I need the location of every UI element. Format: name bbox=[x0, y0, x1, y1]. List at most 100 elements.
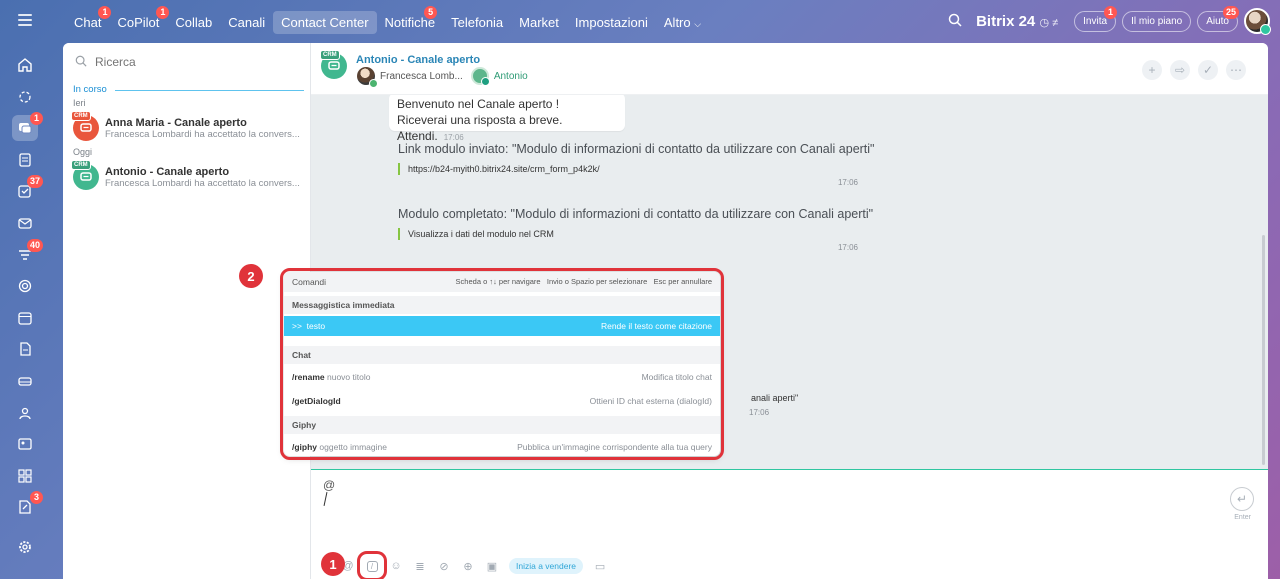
user-avatar[interactable] bbox=[1244, 8, 1271, 35]
hidden-message-icon[interactable]: ⊘ bbox=[437, 559, 451, 573]
settings-icon[interactable] bbox=[12, 534, 38, 560]
message-fragment: anali aperti" bbox=[751, 393, 799, 403]
command-item-getdialogid[interactable]: /getDialogId Ottieni ID chat esterna (di… bbox=[284, 390, 720, 412]
chat-title[interactable]: Antonio - Canale aperto bbox=[356, 54, 480, 66]
command-item-rename[interactable]: /rename nuovo titolo Modifica titolo cha… bbox=[284, 366, 720, 388]
mail-icon[interactable] bbox=[12, 210, 38, 236]
commands-button[interactable]: / bbox=[357, 551, 387, 579]
sign-icon[interactable]: 3 bbox=[12, 491, 43, 520]
forward-icon[interactable]: ⇨ bbox=[1170, 60, 1190, 80]
header-actions: + ⇨ ✓ ⋯ bbox=[1142, 60, 1246, 80]
people-icon[interactable] bbox=[12, 400, 38, 426]
chat-icon[interactable]: 1 bbox=[12, 112, 43, 142]
scrollbar[interactable] bbox=[1262, 235, 1265, 465]
command-group-header: Messaggistica immediata bbox=[284, 296, 720, 314]
help-button[interactable]: Aiuto 25 bbox=[1197, 5, 1239, 32]
calendar-icon[interactable] bbox=[12, 305, 38, 331]
invite-button[interactable]: Invita 1 bbox=[1074, 5, 1118, 32]
search-row bbox=[63, 43, 310, 81]
conversation-avatar: CRM bbox=[71, 160, 99, 190]
chat-avatar[interactable]: CRM bbox=[320, 50, 347, 79]
slash-icon: / bbox=[366, 560, 378, 572]
message-time: 17:06 bbox=[749, 408, 770, 417]
chat-bubble-icon bbox=[328, 61, 340, 70]
system-message-title: Link modulo inviato: "Modulo di informaz… bbox=[398, 142, 875, 156]
tasks-icon[interactable]: 37 bbox=[12, 175, 43, 204]
nav-contact-center[interactable]: Contact Center bbox=[273, 10, 377, 34]
clock-icon: ◷ ≠ bbox=[1039, 16, 1059, 29]
command-group-header: Chat bbox=[284, 346, 720, 364]
channel-icon bbox=[480, 77, 490, 86]
nav-altro[interactable]: Altro ⌵ bbox=[656, 11, 709, 34]
command-item-quote[interactable]: >> testo Rende il testo come citazione bbox=[284, 316, 720, 336]
member-avatar[interactable] bbox=[357, 67, 378, 88]
nav-canali[interactable]: Canali bbox=[220, 11, 273, 34]
menu-icon[interactable] bbox=[18, 14, 32, 26]
start-selling-button[interactable]: Inizia a vendere bbox=[509, 558, 584, 574]
nav-chat[interactable]: Chat 1 bbox=[66, 5, 112, 34]
feed-icon[interactable] bbox=[12, 147, 38, 173]
command-name: >> bbox=[292, 321, 302, 331]
contact-card-icon[interactable] bbox=[12, 431, 38, 457]
add-icon[interactable]: + bbox=[1142, 60, 1162, 80]
send-label: Enter bbox=[1234, 514, 1251, 521]
more-icon[interactable]: ⋯ bbox=[1226, 60, 1246, 80]
member-avatar[interactable] bbox=[470, 67, 490, 86]
nav-collab[interactable]: Collab bbox=[167, 11, 220, 34]
command-name: /getDialogId bbox=[292, 396, 341, 406]
target-icon[interactable] bbox=[12, 273, 38, 299]
send-button[interactable]: ↵ bbox=[1230, 487, 1254, 511]
step-marker-2: 2 bbox=[239, 264, 263, 288]
conversation-item-antonio[interactable]: CRM Antonio - Canale aperto Francesca Lo… bbox=[63, 159, 310, 195]
member-name[interactable]: Antonio bbox=[494, 71, 528, 82]
command-hints: Scheda o ↑↓ per navigare Invio o Spazio … bbox=[456, 272, 712, 292]
section-in-progress[interactable]: In corso bbox=[63, 83, 310, 97]
document-icon[interactable] bbox=[12, 336, 38, 362]
copilot-icon[interactable] bbox=[12, 84, 38, 110]
help-badge: 25 bbox=[1222, 5, 1239, 19]
quick-answers-icon[interactable]: ≣ bbox=[413, 559, 427, 573]
command-group-header: Giphy bbox=[284, 416, 720, 434]
day-label: Oggi bbox=[73, 147, 93, 157]
command-arg: testo bbox=[306, 321, 326, 331]
drive-icon[interactable] bbox=[12, 368, 38, 394]
nav-telefonia[interactable]: Telefonia bbox=[443, 11, 511, 34]
system-message-title: Modulo completato: "Modulo di informazio… bbox=[398, 207, 874, 221]
rail-badge: 40 bbox=[26, 238, 43, 252]
command-name: /rename bbox=[292, 372, 325, 382]
chevron-down-icon: ⌵ bbox=[694, 18, 702, 29]
search-input[interactable] bbox=[95, 55, 275, 69]
hint-select: Invio o Spazio per selezionare bbox=[546, 277, 648, 286]
message-time: 17:06 bbox=[837, 243, 858, 252]
composer-text: @ bbox=[323, 478, 336, 492]
apps-icon[interactable] bbox=[12, 463, 38, 489]
search-icon[interactable] bbox=[948, 13, 970, 30]
command-desc: Ottieni ID chat esterna (dialogId) bbox=[589, 396, 712, 406]
command-item-giphy[interactable]: /giphy oggetto immagine Pubblica un'imma… bbox=[284, 436, 720, 456]
nav-notifiche[interactable]: Notifiche 5 bbox=[377, 5, 444, 34]
funnel-icon[interactable]: 40 bbox=[12, 238, 43, 268]
conversation-preview: Francesca Lombardi ha accettato la conve… bbox=[105, 128, 300, 140]
system-message: Modulo completato: "Modulo di informazio… bbox=[398, 207, 874, 252]
member-name[interactable]: Francesca Lomb... bbox=[380, 71, 463, 82]
chat-bubble-icon bbox=[80, 172, 92, 181]
crm-form-link[interactable]: Visualizza i dati del modulo nel CRM bbox=[398, 228, 858, 240]
nav-copilot[interactable]: CoPilot 1 bbox=[109, 5, 170, 34]
brand-logo: Bitrix 24 ◷ ≠ bbox=[976, 13, 1058, 30]
upload-icon[interactable]: ⊕ bbox=[461, 559, 475, 573]
plan-button[interactable]: Il mio piano bbox=[1122, 10, 1192, 32]
form-icon[interactable]: ▭ bbox=[593, 559, 607, 573]
conversation-name: Antonio - Canale aperto bbox=[105, 165, 230, 178]
home-icon[interactable] bbox=[12, 52, 38, 78]
conversation-name: Anna Maria - Canale aperto bbox=[105, 116, 247, 129]
nav-market[interactable]: Market bbox=[511, 11, 567, 34]
chat-members: Francesca Lomb... Antonio bbox=[357, 67, 528, 88]
attach-icon[interactable]: ▣ bbox=[485, 559, 499, 573]
check-icon[interactable]: ✓ bbox=[1198, 60, 1218, 80]
message-time: 17:06 bbox=[443, 133, 464, 142]
form-link[interactable]: https://b24-myith0.bitrix24.site/crm_for… bbox=[398, 163, 858, 175]
nav-impostazioni[interactable]: Impostazioni bbox=[567, 11, 656, 34]
conversation-item-anna[interactable]: CRM Anna Maria - Canale aperto Francesca… bbox=[63, 110, 310, 146]
message-composer[interactable]: @ ↵ Enter @ / ☺ ≣ ⊘ ⊕ ▣ Inizia a vendere… bbox=[311, 469, 1268, 579]
smile-icon[interactable]: ☺ bbox=[389, 559, 403, 573]
